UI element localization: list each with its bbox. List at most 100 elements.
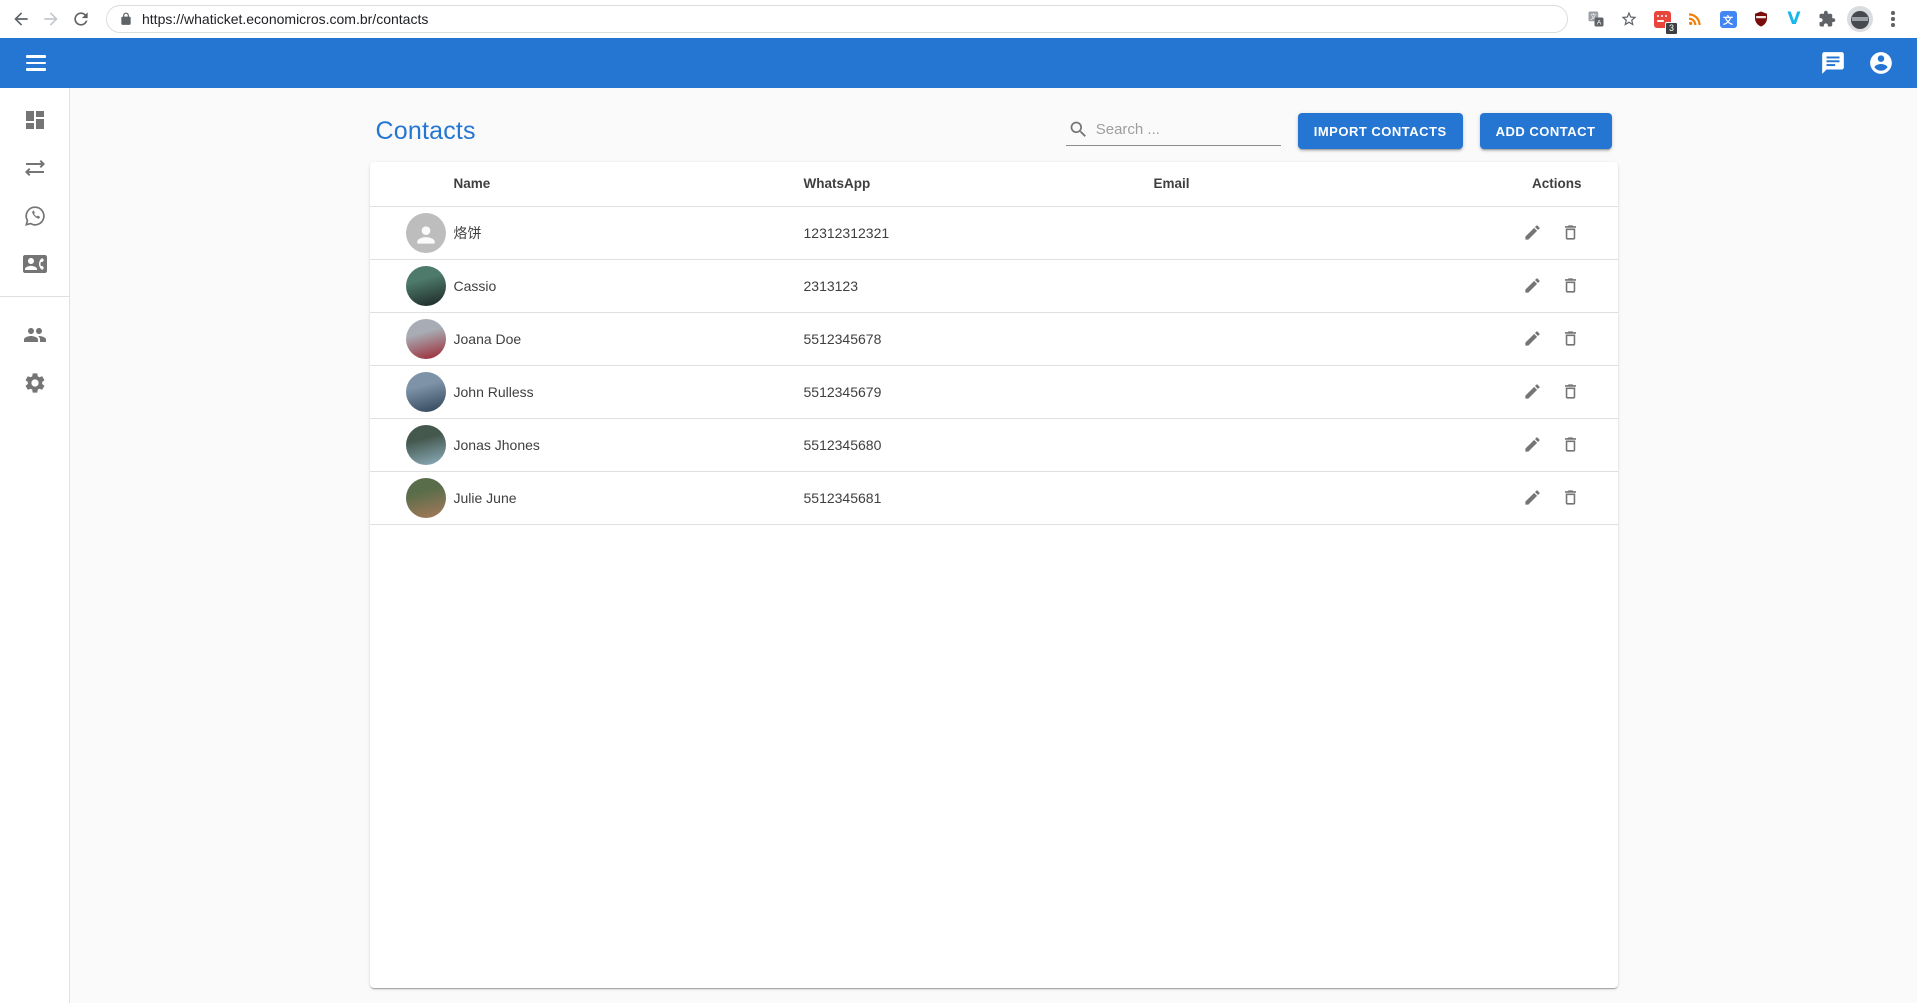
contact-email xyxy=(1044,206,1300,259)
edit-pencil-icon xyxy=(1523,435,1542,454)
sidebar-item-dashboard[interactable] xyxy=(0,96,69,144)
sidebar-item-tickets[interactable] xyxy=(0,192,69,240)
delete-trash-icon xyxy=(1561,329,1580,348)
page-title: Contacts xyxy=(376,117,476,146)
contacts-card: Name WhatsApp Email Actions 烙饼 123123123… xyxy=(370,162,1618,988)
browser-refresh-button[interactable] xyxy=(66,4,96,34)
contacts-tbody: 烙饼 12312312321 Cassio 2313123 xyxy=(370,206,1618,524)
forward-arrow-icon xyxy=(41,9,61,29)
sidebar xyxy=(0,88,70,1003)
browser-profile-button[interactable] xyxy=(1846,5,1874,33)
add-contact-button[interactable]: ADD CONTACT xyxy=(1480,113,1612,149)
v-extension-button[interactable]: V xyxy=(1780,5,1808,33)
contact-whatsapp: 5512345679 xyxy=(804,365,1044,418)
contact-name: Julie June xyxy=(454,471,804,524)
hamburger-icon xyxy=(26,55,46,71)
browser-back-button[interactable] xyxy=(6,4,36,34)
extensions-puzzle-button[interactable] xyxy=(1813,5,1841,33)
column-actions: Actions xyxy=(1300,162,1618,206)
delete-contact-button[interactable] xyxy=(1556,430,1586,460)
user-profile-button[interactable] xyxy=(1857,39,1905,87)
search-input[interactable] xyxy=(1096,121,1279,138)
contact-whatsapp: 5512345678 xyxy=(804,312,1044,365)
translate-page-button[interactable]: 文 A xyxy=(1582,5,1610,33)
people-icon xyxy=(23,323,47,347)
extension-area: 文 A 3 文 V xyxy=(1582,5,1907,33)
main-content: Contacts IMPORT CONTACTS ADD CONTACT Nam… xyxy=(70,88,1917,1003)
person-icon xyxy=(413,222,439,248)
contact-card-icon xyxy=(23,252,47,276)
announcements-button[interactable] xyxy=(1809,39,1857,87)
translate-extension-button[interactable]: 文 xyxy=(1714,5,1742,33)
delete-contact-button[interactable] xyxy=(1556,271,1586,301)
rss-icon xyxy=(1686,10,1704,28)
browser-toolbar: https://whaticket.economicros.com.br/con… xyxy=(0,0,1917,38)
sidebar-item-settings[interactable] xyxy=(0,359,69,407)
lock-icon xyxy=(119,12,133,26)
app-bar xyxy=(0,38,1917,88)
sidebar-item-users[interactable] xyxy=(0,311,69,359)
contact-whatsapp: 5512345681 xyxy=(804,471,1044,524)
delete-trash-icon xyxy=(1561,488,1580,507)
sidebar-divider xyxy=(0,296,69,297)
contact-name: Joana Doe xyxy=(454,312,804,365)
address-bar[interactable]: https://whaticket.economicros.com.br/con… xyxy=(106,5,1568,33)
delete-trash-icon xyxy=(1561,435,1580,454)
table-row: John Rulless 5512345679 xyxy=(370,365,1618,418)
column-avatar xyxy=(370,162,454,206)
edit-contact-button[interactable] xyxy=(1518,324,1548,354)
avatar xyxy=(406,266,446,306)
rss-extension-button[interactable] xyxy=(1681,5,1709,33)
browser-forward-button[interactable] xyxy=(36,4,66,34)
puzzle-extension-icon xyxy=(1818,10,1836,28)
url-text: https://whaticket.economicros.com.br/con… xyxy=(142,11,428,27)
kebab-menu-icon xyxy=(1891,11,1895,27)
header-controls: IMPORT CONTACTS ADD CONTACT xyxy=(1066,113,1612,149)
edit-contact-button[interactable] xyxy=(1518,271,1548,301)
sidebar-item-contacts[interactable] xyxy=(0,240,69,288)
table-row: Julie June 5512345681 xyxy=(370,471,1618,524)
column-email: Email xyxy=(1044,162,1300,206)
edit-contact-button[interactable] xyxy=(1518,430,1548,460)
search-icon xyxy=(1068,119,1089,140)
ninja-avatar xyxy=(1847,6,1873,32)
menu-toggle-button[interactable] xyxy=(12,39,60,87)
edit-contact-button[interactable] xyxy=(1518,218,1548,248)
edit-pencil-icon xyxy=(1523,382,1542,401)
avatar xyxy=(406,478,446,518)
sidebar-item-connections[interactable] xyxy=(0,144,69,192)
delete-contact-button[interactable] xyxy=(1556,483,1586,513)
shield-extension-icon xyxy=(1752,10,1770,28)
search-box xyxy=(1066,117,1281,146)
contact-email xyxy=(1044,365,1300,418)
table-row: Jonas Jhones 5512345680 xyxy=(370,418,1618,471)
table-row: Joana Doe 5512345678 xyxy=(370,312,1618,365)
translate-page-icon: 文 A xyxy=(1587,10,1605,28)
column-whatsapp: WhatsApp xyxy=(804,162,1044,206)
edit-pencil-icon xyxy=(1523,488,1542,507)
delete-contact-button[interactable] xyxy=(1556,218,1586,248)
table-row: Cassio 2313123 xyxy=(370,259,1618,312)
import-contacts-button[interactable]: IMPORT CONTACTS xyxy=(1298,113,1463,149)
whatsapp-icon xyxy=(23,204,47,228)
avatar xyxy=(406,213,446,253)
v-extension-icon: V xyxy=(1787,9,1800,29)
ublock-extension-button[interactable] xyxy=(1747,5,1775,33)
bookmark-star-button[interactable] xyxy=(1615,5,1643,33)
account-circle-icon xyxy=(1868,50,1894,76)
red-extension-button[interactable]: 3 xyxy=(1648,5,1676,33)
contacts-table: Name WhatsApp Email Actions 烙饼 123123123… xyxy=(370,162,1618,525)
swap-arrows-icon xyxy=(23,156,47,180)
delete-trash-icon xyxy=(1561,276,1580,295)
delete-trash-icon xyxy=(1561,223,1580,242)
edit-contact-button[interactable] xyxy=(1518,483,1548,513)
edit-pencil-icon xyxy=(1523,276,1542,295)
edit-contact-button[interactable] xyxy=(1518,377,1548,407)
refresh-icon xyxy=(71,9,91,29)
delete-contact-button[interactable] xyxy=(1556,324,1586,354)
contact-email xyxy=(1044,312,1300,365)
chat-icon xyxy=(1820,50,1846,76)
contact-whatsapp: 12312312321 xyxy=(804,206,1044,259)
delete-contact-button[interactable] xyxy=(1556,377,1586,407)
browser-menu-button[interactable] xyxy=(1879,5,1907,33)
